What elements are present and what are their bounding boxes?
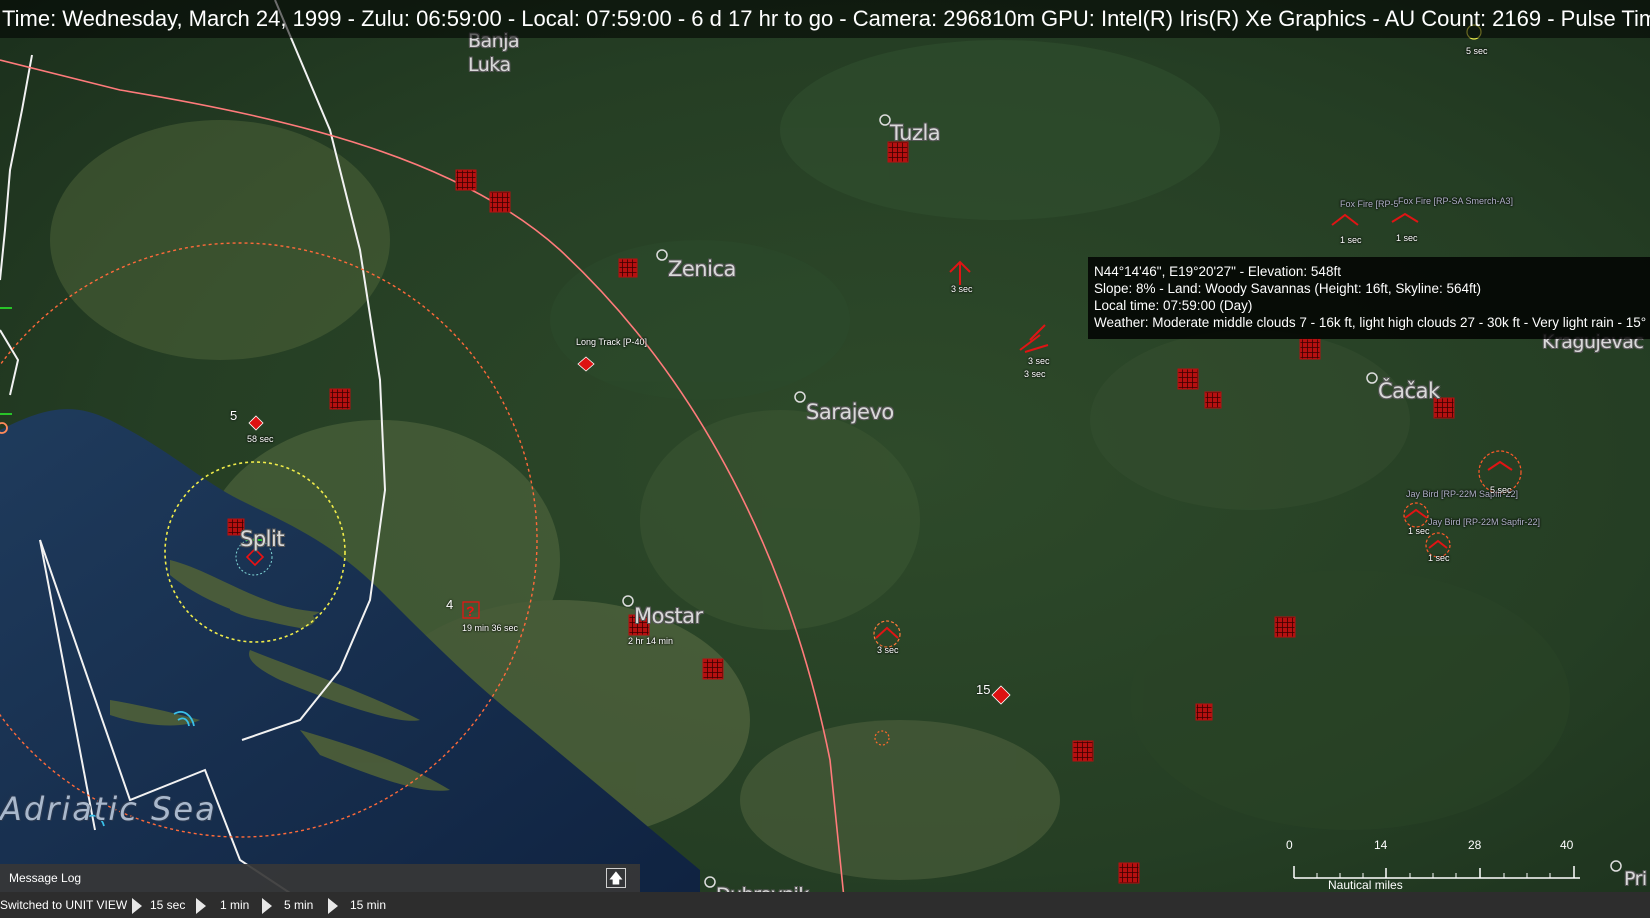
facility-marker[interactable] (1195, 703, 1213, 721)
facility-marker[interactable] (1274, 616, 1296, 638)
facility-marker[interactable] (1072, 740, 1094, 762)
location-tooltip: N44°14'46", E19°20'27" - Elevation: 548f… (1088, 257, 1650, 339)
facility-marker[interactable] (329, 388, 351, 410)
time-step-label: 15 sec (150, 898, 186, 912)
time-label: 19 min 36 sec (462, 623, 519, 633)
city-label-pri: Pri (1624, 868, 1647, 890)
city-label-luka: Luka (468, 54, 511, 76)
tooltip-weather: Weather: Moderate middle clouds 7 - 16k … (1094, 315, 1647, 330)
facility-marker[interactable] (1299, 338, 1321, 360)
unit-count: 15 (976, 682, 991, 697)
time-step-label: 15 min (350, 898, 387, 912)
city-label-tuzla: Tuzla (890, 121, 941, 145)
play-icon (196, 897, 206, 914)
unit-label: Jay Bird [RP-22M Sapfir-22] (1428, 517, 1541, 527)
facility-marker[interactable] (618, 258, 638, 278)
message-log-label: Message Log (9, 871, 82, 885)
time-label: 1 sec (1428, 553, 1450, 563)
status-text: Switched to UNIT VIEW (0, 898, 128, 912)
unit-unknown-glyph: ? (466, 603, 475, 619)
tooltip-coords: N44°14'46", E19°20'27" - Elevation: 548f… (1094, 264, 1341, 279)
play-icon (132, 897, 142, 914)
facility-marker[interactable] (1204, 391, 1222, 409)
time-label: 1 sec (1340, 235, 1362, 245)
top-info-bar: Time: Wednesday, March 24, 1999 - Zulu: … (0, 0, 1650, 38)
time-label: 58 sec (247, 434, 274, 444)
expand-icon[interactable]: 🡅 (606, 868, 626, 888)
time-step-5min[interactable]: 5 min (262, 892, 313, 918)
sea-label: Adriatic Sea (0, 790, 217, 828)
status-bar: Switched to UNIT VIEW 15 sec 1 min 5 min… (0, 892, 1650, 918)
time-label: 1 sec (1408, 526, 1430, 536)
facility-marker[interactable] (887, 141, 909, 163)
facility-marker[interactable] (489, 191, 511, 213)
tooltip-slope: Slope: 8% - Land: Woody Savannas (Height… (1094, 281, 1481, 296)
tactical-map[interactable]: ? (0, 0, 1650, 918)
time-label: 2 hr 14 min (628, 636, 674, 646)
time-step-15min[interactable]: 15 min (328, 892, 386, 918)
city-label-split: Split (240, 527, 285, 551)
time-label: 3 sec (1028, 356, 1050, 366)
facility-marker[interactable] (702, 658, 724, 680)
facility-marker[interactable] (1118, 862, 1140, 884)
unit-label: Fox Fire [RP-5 (1340, 199, 1399, 209)
unit-count: 4 (446, 597, 454, 612)
unit-label: Fox Fire [RP-SA Smerch-A3] (1398, 196, 1514, 206)
facility-marker[interactable] (1177, 368, 1199, 390)
time-label: 5 sec (1466, 46, 1488, 56)
city-label-sarajevo: Sarajevo (806, 400, 894, 424)
time-step-label: 5 min (284, 898, 314, 912)
time-label: 1 sec (1396, 233, 1418, 243)
scale-caption: Nautical miles (1328, 878, 1403, 892)
time-step-label: 1 min (220, 898, 250, 912)
unit-count: 5 (230, 408, 238, 423)
city-label-mostar: Mostar (634, 604, 703, 628)
unit-label: Long Track [P-40] (576, 337, 648, 347)
scale-bar: 0 14 28 40 Nautical miles (1286, 838, 1590, 894)
message-log-panel[interactable]: Message Log 🡅 (0, 864, 640, 892)
time-label: 5 sec (1490, 485, 1512, 495)
facility-marker[interactable] (455, 169, 477, 191)
play-icon (262, 897, 272, 914)
tooltip-localtime: Local time: 07:59:00 (Day) (1094, 298, 1253, 313)
city-label-zenica: Zenica (668, 257, 736, 281)
time-label: 3 sec (1024, 369, 1046, 379)
time-step-15sec[interactable]: 15 sec (132, 892, 185, 918)
city-label-cacak: Čačak (1378, 379, 1440, 403)
time-label: 3 sec (951, 284, 973, 294)
play-icon (328, 897, 338, 914)
time-label: 3 sec (877, 645, 899, 655)
time-step-1min[interactable]: 1 min (196, 892, 249, 918)
